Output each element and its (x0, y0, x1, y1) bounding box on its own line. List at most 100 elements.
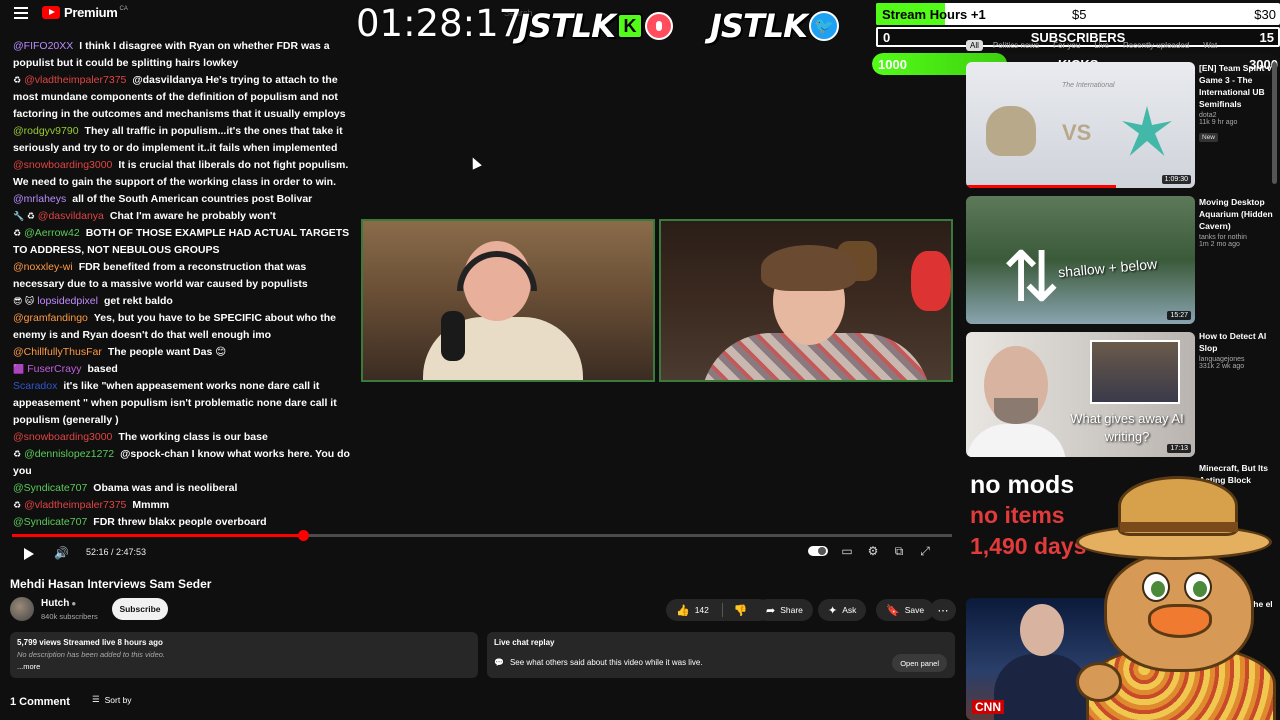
ask-button[interactable]: ✦ Ask (818, 599, 867, 621)
rec-title[interactable]: Moving Desktop Aquarium (Hidden Cavern) (1199, 196, 1280, 232)
progress-bar[interactable] (12, 530, 952, 541)
filter-chip[interactable]: All (966, 40, 983, 51)
chat-message: ♻ @Aerrow42 BOTH OF THOSE EXAMPLE HAD ACTU… (8, 225, 360, 259)
rec-meta-1[interactable]: [EN] Team Spirit vs Game 3 - The Interna… (1199, 62, 1280, 144)
rec-meta-3[interactable]: How to Detect AI Slop languagejones 331k… (1199, 330, 1280, 370)
save-button[interactable]: 🔖 Save (876, 599, 935, 621)
chat-author[interactable]: @dennislopez1272 (24, 448, 114, 460)
channel-name[interactable]: Hutch (41, 598, 69, 609)
chat-author[interactable]: lopsidedpixel (37, 295, 98, 307)
watched-progress (966, 185, 1116, 188)
rec-channel[interactable]: languagejones (1199, 356, 1280, 363)
rec-views: 331k 2 wk ago (1199, 363, 1245, 370)
up-down-arrows-icon: ⇅ (1002, 238, 1061, 316)
thumbs-down-icon[interactable]: 👎 (734, 604, 748, 617)
vs-text: VS (1062, 120, 1092, 145)
chat-author[interactable]: @noxxley-wi (13, 261, 73, 273)
chat-message: Scaradox it's like "when appeasement work… (8, 378, 360, 429)
chat-author[interactable]: @rodgyv9790 (13, 125, 79, 137)
chat-badge-icon: 🟪 (13, 364, 25, 374)
chat-text: Mmmm (132, 499, 170, 511)
subscribe-button[interactable]: Subscribe (112, 598, 168, 620)
chat-bubble-icon: 💬 (494, 658, 504, 667)
subscribers-end: 15 (1259, 30, 1274, 45)
youtube-play-icon (42, 6, 60, 19)
chat-badge-icon: ♻ (13, 228, 22, 238)
channel-name-row[interactable]: Hutch ● (41, 598, 76, 609)
chat-author[interactable]: @Aerrow42 (24, 227, 80, 239)
rec-channel[interactable]: dota2 (1199, 112, 1280, 119)
chat-badge-icon: 🔧 ♻ (13, 211, 35, 221)
subtitles-icon[interactable]: ▭ (840, 544, 854, 558)
share-label: Share (780, 605, 803, 615)
chat-author[interactable]: FuserCrayy (27, 363, 81, 375)
chat-message: @Syndicate707 Obama was and is neoliberal (8, 480, 360, 497)
chat-badge-icon: ♻ (13, 75, 22, 85)
verified-icon: ● (71, 599, 77, 608)
fullscreen-icon[interactable]: ⤢ (918, 544, 932, 558)
filter-chip[interactable]: Live (1090, 40, 1113, 51)
show-more-link[interactable]: ...more (17, 662, 471, 671)
sort-by-button[interactable]: ☰ Sort by (92, 694, 132, 705)
chat-message: @Syndicate707 FDR threw blakx people over… (8, 514, 360, 531)
video-title: Mehdi Hasan Interviews Sam Seder (10, 577, 212, 591)
sidebar-scrollbar[interactable] (1272, 62, 1277, 184)
channel-avatar[interactable] (10, 597, 34, 621)
play-icon[interactable] (24, 548, 34, 560)
chat-author[interactable]: @snowboarding3000 (13, 431, 112, 443)
settings-gear-icon[interactable]: ⚙ (866, 544, 880, 558)
chat-author[interactable]: Scaradox (13, 380, 57, 392)
chat-author[interactable]: @mrlaheys (13, 193, 66, 205)
rec-title[interactable]: How to Detect AI Slop (1199, 330, 1280, 354)
like-count[interactable]: 142 (695, 605, 709, 615)
chat-author[interactable]: @FIFO20XX (13, 40, 73, 52)
youtube-logo[interactable]: Premium CA (42, 5, 128, 20)
rec-meta-2[interactable]: Moving Desktop Aquarium (Hidden Cavern) … (1199, 196, 1280, 248)
chat-text: all of the South American countries post… (72, 193, 313, 205)
chat-author[interactable]: @ChillfullyThusFar (13, 346, 102, 358)
rec-channel[interactable]: tanks for nothin (1199, 234, 1280, 241)
chat-author[interactable]: @Syndicate707 (13, 482, 87, 494)
autoplay-toggle[interactable] (808, 546, 828, 556)
team-liquid-logo (1122, 106, 1172, 156)
thumb-caption: What gives away AI writing? (1070, 411, 1184, 444)
chat-text: FDR threw blakx people overboard (93, 516, 267, 528)
chat-author[interactable]: @snowboarding3000 (13, 159, 112, 171)
filter-chip[interactable]: For you (1049, 40, 1084, 51)
open-panel-button[interactable]: Open panel (892, 654, 947, 672)
chat-author[interactable]: @vladtheimpaler7375 (24, 74, 126, 86)
chat-message: @snowboarding3000 It is crucial that libe… (8, 157, 360, 191)
chat-author[interactable]: @vladtheimpaler7375 (24, 499, 126, 511)
duration-badge: 15:27 (1167, 311, 1191, 320)
rec-thumbnail-3[interactable]: What gives away AI writing? 17:13 (966, 332, 1195, 457)
chat-author[interactable]: @dasvildanya (38, 210, 104, 222)
chat-author[interactable]: @gramfandingo (13, 312, 88, 324)
filter-chip[interactable]: Politics news (989, 40, 1043, 51)
miniplayer-icon[interactable]: ⧉ (892, 544, 906, 558)
filter-chip[interactable]: Wat (1199, 40, 1221, 51)
bookmark-icon: 🔖 (886, 604, 900, 617)
chat-message: @mrlaheys all of the South American count… (8, 191, 360, 208)
share-button[interactable]: ➦ Share (756, 599, 813, 621)
stream-hours-bar: Stream Hours +1 $5 $30 (876, 3, 1280, 25)
chat-message: @FIFO20XX I think I disagree with Ryan on… (8, 38, 360, 72)
more-actions-button[interactable]: ⋯ (930, 599, 956, 621)
share-icon: ➦ (766, 604, 776, 617)
chat-author[interactable]: @Syndicate707 (13, 516, 87, 528)
menu-icon[interactable] (14, 7, 28, 19)
rec-thumbnail-2[interactable]: ⇅ shallow + below 15:27 (966, 196, 1195, 324)
rec-title[interactable]: [EN] Team Spirit vs Game 3 - The Interna… (1199, 62, 1280, 110)
chat-message: @gramfandingo Yes, but you have to be SPE… (8, 310, 360, 344)
live-chat-replay-title: Live chat replay (494, 638, 555, 647)
description-box[interactable]: 5,799 views Streamed live 8 hours ago No… (10, 632, 478, 678)
chat-message: @ChillfullyThusFar The people want Das 😊 (8, 344, 360, 361)
thumb-inset (1090, 340, 1180, 404)
volume-icon[interactable]: 🔊 (54, 546, 69, 560)
cnn-logo: CNN (972, 700, 1004, 714)
duration-badge: 1:09:30 (1161, 175, 1191, 184)
subscriber-count: 840k subscribers (41, 612, 98, 621)
thumbs-up-icon[interactable]: 👍 (676, 604, 690, 617)
filter-chip[interactable]: Recently uploaded (1119, 40, 1193, 51)
rec-thumbnail-1[interactable]: The International VS 1:09:30 (966, 62, 1195, 188)
chat-text: Obama was and is neoliberal (93, 482, 238, 494)
